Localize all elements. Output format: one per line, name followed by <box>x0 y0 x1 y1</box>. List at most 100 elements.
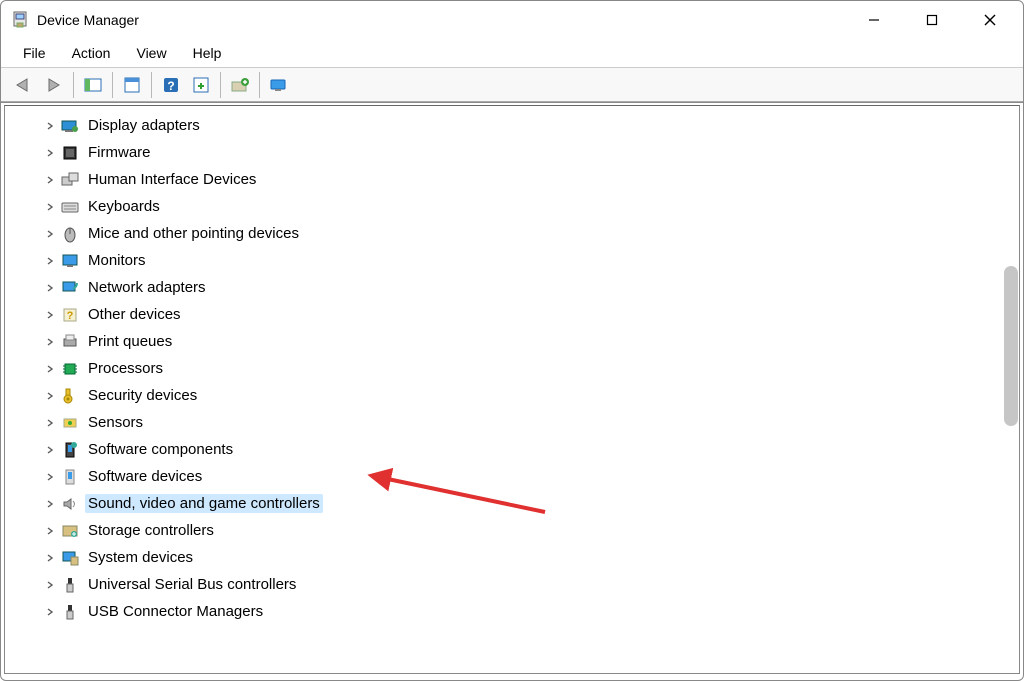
menubar: File Action View Help <box>1 39 1023 67</box>
tree-item-label: Human Interface Devices <box>85 170 259 189</box>
tree-item[interactable]: Universal Serial Bus controllers <box>43 571 1019 598</box>
menu-help[interactable]: Help <box>181 43 234 63</box>
add-hardware-button[interactable] <box>225 71 255 99</box>
mouse-icon <box>61 225 79 243</box>
expand-chevron-icon[interactable] <box>43 173 57 187</box>
expand-chevron-icon[interactable] <box>43 389 57 403</box>
svg-text:?: ? <box>167 79 174 93</box>
tree-item[interactable]: Monitors <box>43 247 1019 274</box>
expand-chevron-icon[interactable] <box>43 605 57 619</box>
device-tree[interactable]: Display adapters Firmware Human Interface … <box>5 106 1019 631</box>
usb-connector-icon <box>61 603 79 621</box>
tree-item-label: Other devices <box>85 305 184 324</box>
tree-item-label: Security devices <box>85 386 200 405</box>
expand-chevron-icon[interactable] <box>43 362 57 376</box>
tree-item[interactable]: Sensors <box>43 409 1019 436</box>
back-button[interactable] <box>9 71 39 99</box>
tree-item-label: Print queues <box>85 332 175 351</box>
tree-item[interactable]: Security devices <box>43 382 1019 409</box>
tree-item-label: Monitors <box>85 251 149 270</box>
expand-chevron-icon[interactable] <box>43 200 57 214</box>
tree-item[interactable]: Network adapters <box>43 274 1019 301</box>
expand-chevron-icon[interactable] <box>43 281 57 295</box>
monitor-icon <box>61 252 79 270</box>
menu-action[interactable]: Action <box>60 43 123 63</box>
system-device-icon <box>61 549 79 567</box>
tree-item-label: Processors <box>85 359 166 378</box>
hid-icon <box>61 171 79 189</box>
scrollbar-thumb[interactable] <box>1004 266 1018 426</box>
sensor-icon <box>61 414 79 432</box>
tree-item[interactable]: System devices <box>43 544 1019 571</box>
device-manager-window: Device Manager File Action View Help <box>0 0 1024 681</box>
tree-item[interactable]: Firmware <box>43 139 1019 166</box>
expand-chevron-icon[interactable] <box>43 551 57 565</box>
tree-item[interactable]: Human Interface Devices <box>43 166 1019 193</box>
expand-chevron-icon[interactable] <box>43 146 57 160</box>
tree-item-label: Mice and other pointing devices <box>85 224 302 243</box>
scan-hardware-button[interactable] <box>186 71 216 99</box>
usb-icon <box>61 576 79 594</box>
show-hide-tree-button[interactable] <box>78 71 108 99</box>
close-button[interactable] <box>961 1 1019 39</box>
device-tree-pane: Display adapters Firmware Human Interface … <box>4 105 1020 674</box>
expand-chevron-icon[interactable] <box>43 497 57 511</box>
storage-icon <box>61 522 79 540</box>
properties-button[interactable] <box>117 71 147 99</box>
help-button[interactable]: ? <box>156 71 186 99</box>
tree-item[interactable]: Software components <box>43 436 1019 463</box>
other-devices-icon: ? <box>61 306 79 324</box>
tree-item[interactable]: Processors <box>43 355 1019 382</box>
expand-chevron-icon[interactable] <box>43 470 57 484</box>
menu-file[interactable]: File <box>11 43 58 63</box>
expand-chevron-icon[interactable] <box>43 443 57 457</box>
tree-item-label: Software devices <box>85 467 205 486</box>
expand-chevron-icon[interactable] <box>43 308 57 322</box>
tree-item[interactable]: Software devices <box>43 463 1019 490</box>
tree-item[interactable]: Mice and other pointing devices <box>43 220 1019 247</box>
expand-chevron-icon[interactable] <box>43 524 57 538</box>
tree-item[interactable]: Sound, video and game controllers <box>43 490 1019 517</box>
minimize-button[interactable] <box>845 1 903 39</box>
window-title: Device Manager <box>37 12 139 28</box>
maximize-button[interactable] <box>903 1 961 39</box>
tree-item[interactable]: ? Other devices <box>43 301 1019 328</box>
tree-item-label: Display adapters <box>85 116 203 135</box>
firmware-icon <box>61 144 79 162</box>
tree-item-label: Software components <box>85 440 236 459</box>
expand-chevron-icon[interactable] <box>43 335 57 349</box>
expand-chevron-icon[interactable] <box>43 227 57 241</box>
sound-icon <box>61 495 79 513</box>
app-icon <box>11 11 29 29</box>
forward-button[interactable] <box>39 71 69 99</box>
tree-item[interactable]: Display adapters <box>43 112 1019 139</box>
expand-chevron-icon[interactable] <box>43 578 57 592</box>
devices-by-type-button[interactable] <box>264 71 294 99</box>
network-adapter-icon <box>61 279 79 297</box>
tree-item[interactable]: Print queues <box>43 328 1019 355</box>
security-icon <box>61 387 79 405</box>
software-device-icon <box>61 468 79 486</box>
expand-chevron-icon[interactable] <box>43 119 57 133</box>
tree-item-label: System devices <box>85 548 196 567</box>
tree-item-label: Firmware <box>85 143 154 162</box>
expand-chevron-icon[interactable] <box>43 416 57 430</box>
tree-item-label: Storage controllers <box>85 521 217 540</box>
tree-item-label: Universal Serial Bus controllers <box>85 575 299 594</box>
svg-text:?: ? <box>67 310 74 322</box>
tree-item[interactable]: USB Connector Managers <box>43 598 1019 625</box>
window-controls <box>845 1 1019 39</box>
tree-item-label: Sound, video and game controllers <box>85 494 323 513</box>
tree-item[interactable]: Storage controllers <box>43 517 1019 544</box>
software-component-icon <box>61 441 79 459</box>
printer-icon <box>61 333 79 351</box>
keyboard-icon <box>61 198 79 216</box>
tree-item-label: Sensors <box>85 413 146 432</box>
tree-item[interactable]: Keyboards <box>43 193 1019 220</box>
menu-view[interactable]: View <box>124 43 178 63</box>
titlebar: Device Manager <box>1 1 1023 39</box>
tree-item-label: USB Connector Managers <box>85 602 266 621</box>
toolbar: ? <box>1 67 1023 103</box>
expand-chevron-icon[interactable] <box>43 254 57 268</box>
processor-icon <box>61 360 79 378</box>
